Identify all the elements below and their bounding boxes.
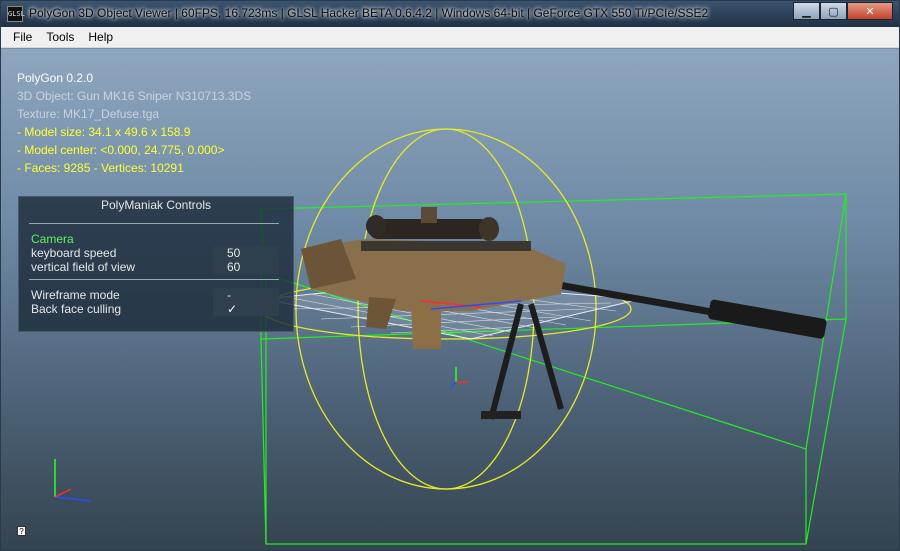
wireframe-row: Wireframe mode - xyxy=(31,288,281,302)
faces-vertices: - Faces: 9285 - Vertices: 10291 xyxy=(17,161,184,175)
texture-name: Texture: MK17_Defuse.tga xyxy=(17,107,160,121)
app-icon: GLSL xyxy=(7,6,25,22)
menu-tools[interactable]: Tools xyxy=(39,30,81,44)
close-button[interactable]: ✕ xyxy=(847,2,893,20)
axes-gizmo-icon xyxy=(54,459,92,502)
wireframe-toggle[interactable]: - xyxy=(213,288,279,302)
object-name: 3D Object: Gun MK16 Sniper N310713.3DS xyxy=(17,89,252,103)
fov-label: vertical field of view xyxy=(31,260,136,274)
model-center: - Model center: <0.000, 24.775, 0.000> xyxy=(17,143,225,157)
divider xyxy=(29,223,279,224)
title-bar[interactable]: GLSL PolyGon 3D Object Viewer | 60FPS, 1… xyxy=(1,1,899,27)
backface-toggle[interactable]: ✓ xyxy=(213,302,279,316)
keyboard-speed-row: keyboard speed 50 xyxy=(31,246,281,260)
menu-file[interactable]: File xyxy=(1,30,39,44)
panel-title: PolyManiak Controls xyxy=(100,198,212,212)
minimize-button[interactable]: ▁ xyxy=(793,2,820,20)
app-version: PolyGon 0.2.0 xyxy=(17,71,94,85)
wireframe-label: Wireframe mode xyxy=(31,288,120,302)
model-size: - Model size: 34.1 x 49.6 x 158.9 xyxy=(17,125,191,139)
help-icon[interactable]: ? xyxy=(17,526,26,536)
fov-field[interactable]: 60 xyxy=(213,260,279,274)
model-info: PolyGon 0.2.0 3D Object: Gun MK16 Sniper… xyxy=(17,69,251,177)
menu-bar: File Tools Help xyxy=(1,27,899,48)
divider xyxy=(29,279,279,280)
fov-row: vertical field of view 60 xyxy=(31,260,281,274)
window-title: PolyGon 3D Object Viewer | 60FPS, 16.723… xyxy=(29,6,709,20)
keyboard-speed-label: keyboard speed xyxy=(31,246,117,260)
camera-section-title: Camera xyxy=(31,232,74,246)
backface-label: Back face culling xyxy=(31,302,122,316)
app-window: GLSL PolyGon 3D Object Viewer | 60FPS, 1… xyxy=(0,0,900,551)
keyboard-speed-field[interactable]: 50 xyxy=(213,246,279,260)
backface-row: Back face culling ✓ xyxy=(31,302,281,316)
maximize-button[interactable]: ▢ xyxy=(820,2,847,20)
menu-help[interactable]: Help xyxy=(81,30,120,44)
window-controls: ▁ ▢ ✕ xyxy=(793,2,893,22)
controls-panel: PolyManiak Controls Camera keyboard spee… xyxy=(18,196,294,332)
3d-viewport[interactable]: PolyGon 0.2.0 3D Object: Gun MK16 Sniper… xyxy=(1,49,899,550)
